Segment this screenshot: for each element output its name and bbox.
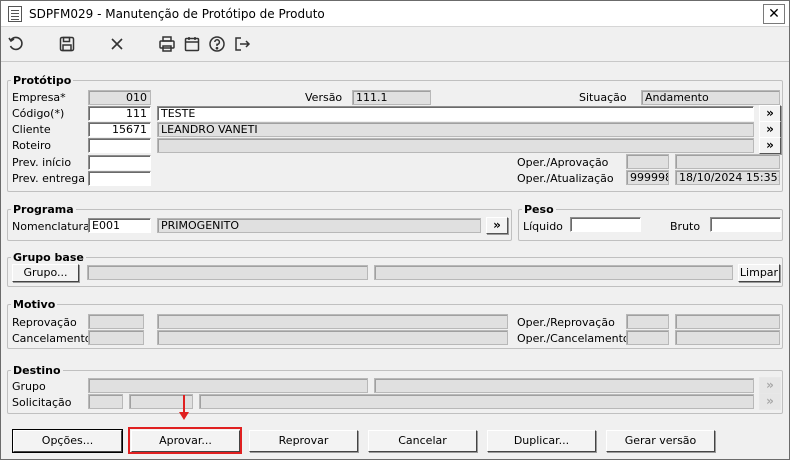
close-button[interactable]: ✕ (763, 4, 785, 24)
peso-legend: Peso (522, 203, 556, 216)
prev-entrega-field[interactable] (88, 171, 151, 186)
programa-legend: Programa (11, 203, 76, 216)
nomenclatura-label: Nomenclatura (12, 220, 90, 233)
oper-reprovacao-label: Oper./Reprovação (517, 316, 615, 329)
prev-inicio-field[interactable] (88, 155, 151, 170)
versao-field: 111.1 (352, 90, 431, 105)
document-icon (8, 6, 22, 22)
duplicar-button[interactable]: Duplicar... (487, 430, 596, 452)
cliente-description-field: LEANDRO VANETI (157, 122, 754, 137)
exit-icon[interactable] (231, 33, 253, 55)
prev-entrega-label: Prev. entrega (12, 172, 85, 185)
prototipo-legend: Protótipo (11, 74, 74, 87)
oper-atualizacao-label: Oper./Atualização (517, 172, 614, 185)
oper-cancelamento-code-field (626, 330, 669, 345)
grupo-base-description-field (374, 265, 733, 280)
cancelamento-label: Cancelamento (12, 332, 92, 345)
print-icon[interactable] (156, 33, 178, 55)
destino-grupo-label: Grupo (12, 380, 46, 393)
undo-icon[interactable] (5, 33, 27, 55)
roteiro-field[interactable] (88, 138, 151, 153)
cliente-field[interactable]: 15671 (88, 122, 151, 137)
grupo-base-code-field (87, 265, 368, 280)
oper-reprovacao-code-field (626, 314, 669, 329)
limpar-button[interactable]: Limpar (738, 264, 780, 282)
help-icon[interactable] (206, 33, 228, 55)
oper-atualizacao-date-field: 18/10/2024 15:35:32 (675, 170, 780, 185)
solicitacao-description-field (199, 394, 754, 409)
main-window: SDPFM029 - Manutenção de Protótipo de Pr… (0, 0, 790, 460)
reprovacao-description-field (157, 314, 508, 329)
arrow-down-icon (179, 412, 189, 420)
codigo-field[interactable]: 111 (88, 106, 151, 121)
grupo-base-legend: Grupo base (11, 251, 86, 264)
destino-legend: Destino (11, 364, 63, 377)
oper-aprovacao-code-field (626, 154, 669, 169)
bruto-field[interactable] (710, 217, 781, 232)
cancelamento-description-field (157, 330, 508, 345)
gerar-versao-button[interactable]: Gerar versão (606, 430, 715, 452)
solicitacao-lookup-button[interactable]: » (759, 393, 781, 410)
nomenclatura-lookup-button[interactable]: » (486, 217, 508, 234)
liquido-label: Líquido (523, 220, 563, 233)
oper-reprovacao-date-field (675, 314, 780, 329)
destino-grupo-lookup-button[interactable]: » (759, 377, 781, 394)
oper-atualizacao-code-field: 999998 (626, 170, 669, 185)
arrow-line (183, 395, 185, 413)
oper-cancelamento-label: Oper./Cancelamento (517, 332, 630, 345)
oper-cancelamento-date-field (675, 330, 780, 345)
cliente-lookup-button[interactable]: » (759, 121, 781, 138)
codigo-description-field[interactable]: TESTE (157, 106, 754, 121)
oper-aprovacao-date-field (675, 154, 780, 169)
oper-aprovacao-label: Oper./Aprovação (517, 156, 609, 169)
liquido-field[interactable] (570, 217, 641, 232)
cliente-label: Cliente (12, 123, 51, 136)
cancel-icon[interactable] (106, 33, 128, 55)
nomenclatura-description-field: PRIMOGENITO (157, 218, 481, 233)
solicitacao-label: Solicitação (12, 396, 72, 409)
prev-inicio-label: Prev. início (12, 156, 72, 169)
codigo-lookup-button[interactable]: » (759, 105, 781, 122)
solicitacao-field-1 (88, 394, 123, 409)
reprovar-button[interactable]: Reprovar (249, 430, 358, 452)
motivo-legend: Motivo (11, 298, 58, 311)
cancelar-button[interactable]: Cancelar (368, 430, 477, 452)
bruto-label: Bruto (670, 220, 701, 233)
empresa-label: Empresa* (12, 91, 66, 104)
toolbar-separator (1, 61, 789, 62)
aprovar-highlight-box (128, 427, 242, 454)
reprovacao-code-field (88, 314, 144, 329)
cancelamento-code-field (88, 330, 144, 345)
reprovacao-label: Reprovação (12, 316, 77, 329)
roteiro-label: Roteiro (12, 139, 52, 152)
destino-grupo-description-field (374, 378, 754, 393)
situacao-label: Situação (579, 91, 627, 104)
calendar-icon[interactable] (181, 33, 203, 55)
title-bar: SDPFM029 - Manutenção de Protótipo de Pr… (1, 1, 789, 27)
empresa-field: 010 (88, 90, 151, 105)
destino-grupo-code-field (88, 378, 368, 393)
nomenclatura-field[interactable]: E001 (88, 218, 151, 233)
versao-label: Versão (305, 91, 343, 104)
opcoes-button[interactable]: Opções... (12, 429, 123, 453)
roteiro-description-field (157, 138, 754, 153)
codigo-label: Código(*) (12, 107, 65, 120)
situacao-field: Andamento (641, 90, 780, 105)
save-icon[interactable] (56, 33, 78, 55)
roteiro-lookup-button[interactable]: » (759, 137, 781, 154)
grupo-button[interactable]: Grupo... (12, 264, 79, 282)
window-title: SDPFM029 - Manutenção de Protótipo de Pr… (29, 7, 325, 21)
